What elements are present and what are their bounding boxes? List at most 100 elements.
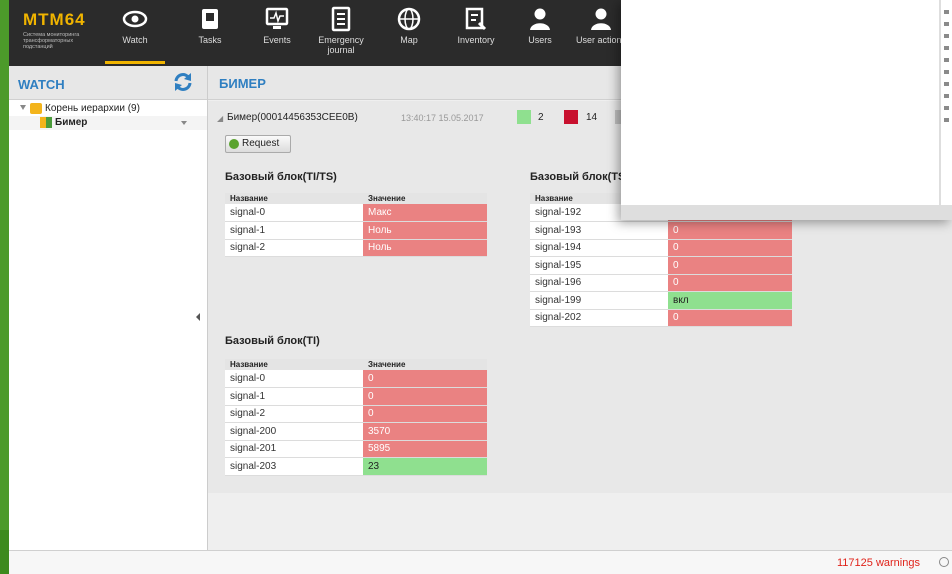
signal-name: signal-1: [225, 387, 363, 406]
tasks-icon: [202, 9, 218, 29]
nav-label: Inventory: [457, 35, 495, 45]
signal-value: Ноль: [363, 221, 487, 240]
signal-value: 0: [668, 309, 792, 327]
device-timestamp: 13:40:17 15.05.2017: [401, 113, 484, 123]
list-item[interactable]: [944, 10, 949, 14]
list-item[interactable]: [944, 82, 949, 86]
signal-value: 23: [363, 457, 487, 476]
signal-name: signal-196: [530, 274, 668, 292]
user-actions-icon: [591, 8, 611, 30]
app-logo: MTM64 Система мониторинга трансформаторн…: [23, 10, 113, 54]
settings-icon[interactable]: [939, 557, 949, 567]
signal-name: signal-200: [225, 422, 363, 441]
table-row: signal-203 23: [225, 457, 487, 476]
signal-value: вкл: [668, 291, 792, 310]
table-row: signal-196 0: [530, 274, 792, 292]
overlay-window: [621, 0, 952, 220]
nav-map[interactable]: Map: [379, 6, 439, 64]
error-count: 14: [586, 112, 598, 123]
tree-item-root[interactable]: Корень иерархии (9): [9, 102, 207, 116]
table-row: signal-201 5895: [225, 440, 487, 458]
table-row: signal-1 Ноль: [225, 221, 487, 240]
signal-value: Ноль: [363, 239, 487, 257]
nav-watch[interactable]: Watch: [105, 6, 165, 64]
signal-name: signal-1: [225, 221, 363, 240]
logo-subtitle: Система мониторинга трансформаторных под…: [23, 32, 80, 50]
refresh-icon[interactable]: [172, 71, 194, 93]
page-title: БИМЕР: [219, 76, 266, 91]
tree-item-label: Корень иерархии (9): [45, 103, 140, 114]
block-title: Базовый блок(TI): [225, 335, 320, 347]
user-icon: [530, 8, 550, 30]
expand-arrow-icon[interactable]: [20, 105, 26, 110]
table-row: signal-2 0: [225, 405, 487, 423]
signal-name: signal-0: [225, 204, 363, 222]
eye-icon: [122, 10, 148, 28]
chevron-down-icon[interactable]: [181, 121, 187, 125]
list-item[interactable]: [944, 46, 949, 50]
overlay-side-list: [941, 0, 952, 205]
block-title: Базовый блок(TS: [530, 171, 626, 183]
signal-name: signal-199: [530, 291, 668, 310]
signal-value: 0: [363, 387, 487, 406]
warnings-count[interactable]: 117125 warnings: [837, 557, 920, 569]
table-row: signal-200 3570: [225, 422, 487, 441]
signal-value: 3570: [363, 422, 487, 441]
inventory-icon: [465, 7, 487, 31]
error-count-swatch: [564, 110, 578, 124]
table-row: signal-1 0: [225, 387, 487, 406]
request-icon: [229, 139, 239, 149]
tree-item-label: Бимер: [55, 117, 88, 128]
table-row: signal-193 0: [530, 221, 792, 240]
list-item[interactable]: [944, 70, 949, 74]
list-item[interactable]: [944, 34, 949, 38]
column-header-value: Значение: [363, 193, 487, 204]
table-row: signal-2 Ноль: [225, 239, 487, 257]
nav-tasks[interactable]: Tasks: [180, 6, 240, 64]
nav-label: Tasks: [198, 35, 222, 45]
request-button[interactable]: Request: [225, 135, 291, 153]
table-row: signal-202 0: [530, 309, 792, 327]
overlay-content: [621, 0, 939, 205]
nav-label: Events: [263, 35, 291, 45]
list-item[interactable]: [944, 94, 949, 98]
nav-users[interactable]: Users: [510, 6, 570, 64]
desktop-background-edge: [0, 530, 9, 574]
signal-value: Макс: [363, 204, 487, 222]
folder-icon: [30, 103, 42, 114]
globe-icon: [397, 7, 421, 31]
signal-name: signal-202: [530, 309, 668, 327]
list-item[interactable]: [944, 22, 949, 26]
signal-name: signal-2: [225, 239, 363, 257]
nav-label: Map: [400, 35, 418, 45]
signal-value: 5895: [363, 440, 487, 458]
nav-events[interactable]: Events: [247, 6, 307, 64]
nav-label: Emergency journal: [318, 35, 364, 55]
tree-item-bimer[interactable]: Бимер: [9, 116, 207, 130]
ok-count-swatch: [517, 110, 531, 124]
list-item[interactable]: [944, 118, 949, 122]
nav-label: User actions: [575, 35, 627, 45]
nav-inventory[interactable]: Inventory: [446, 6, 506, 64]
list-item[interactable]: [944, 106, 949, 110]
table-row: signal-194 0: [530, 239, 792, 257]
collapse-device-icon[interactable]: ◢: [217, 114, 223, 123]
signal-value: 0: [363, 405, 487, 423]
signal-value: 0: [668, 274, 792, 292]
status-bar: 117125 warnings: [9, 550, 952, 574]
ok-count: 2: [538, 112, 544, 123]
sidebar-header: WATCH: [9, 66, 207, 100]
sidebar-title: WATCH: [18, 77, 65, 92]
signal-name: signal-201: [225, 440, 363, 458]
table-row: signal-195 0: [530, 256, 792, 275]
signal-value: 0: [363, 370, 487, 388]
column-header-name: Название: [225, 193, 363, 204]
collapse-sidebar-icon[interactable]: [196, 313, 200, 321]
signal-table: Название Значение signal-0 Макс signal-1 Н…: [225, 193, 487, 257]
device-name: Бимер(00014456353CEE0B): [227, 112, 358, 123]
nav-emergency-journal[interactable]: Emergency journal: [311, 6, 371, 64]
nav-label: Watch: [122, 35, 148, 45]
table-header: Название Значение: [225, 193, 487, 204]
list-item[interactable]: [944, 58, 949, 62]
table-row: signal-0 0: [225, 370, 487, 388]
